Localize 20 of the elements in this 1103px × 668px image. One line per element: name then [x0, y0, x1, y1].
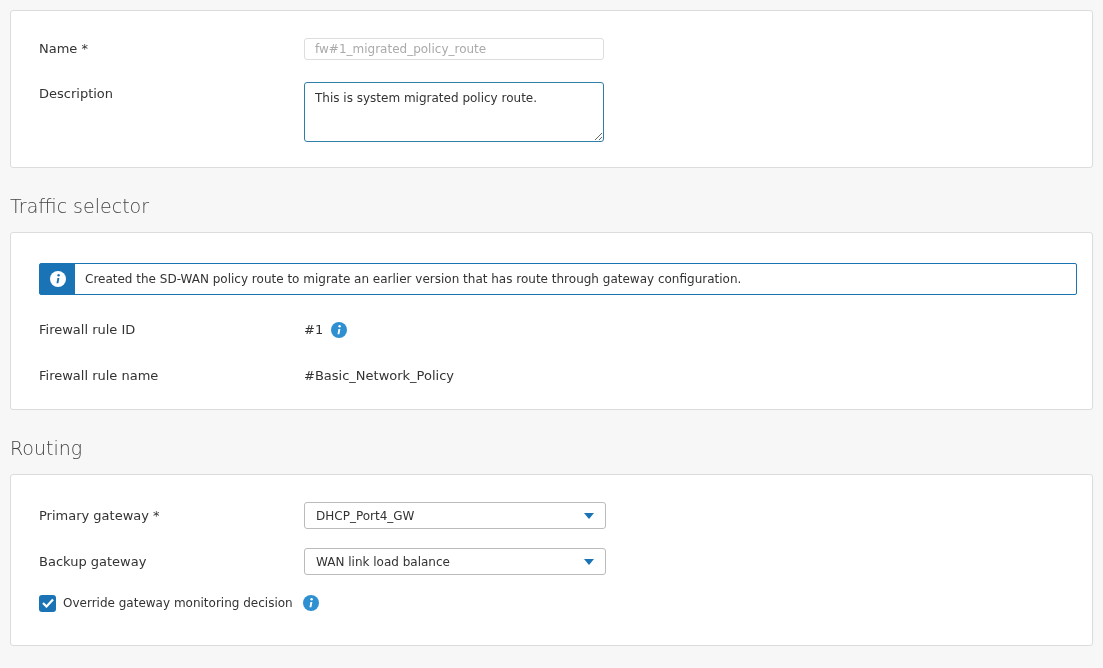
gateway-select[interactable]: DHCP_Port4_GW — [304, 502, 606, 529]
field-value: #1 — [304, 321, 324, 340]
section-title: Traffic selector — [10, 194, 150, 218]
caret-icon — [584, 558, 594, 565]
checkmark-icon — [41, 598, 54, 608]
field-label: Name * — [39, 40, 89, 59]
caret-icon — [584, 512, 594, 519]
description-field[interactable]: This is system migrated policy route. — [304, 82, 604, 142]
gateway-select[interactable]: WAN link load balance — [304, 548, 606, 575]
field-label: Primary gateway * — [39, 506, 161, 525]
field-value: #Basic_Network_Policy — [304, 367, 454, 386]
info-message: Created the SD-WAN policy route to migrate an earlier version that has route through gateway configuration. — [84, 271, 742, 288]
field-label: Description — [39, 85, 115, 103]
field-label: Backup gateway — [39, 552, 148, 571]
section-title: Routing — [10, 436, 84, 460]
checkbox-label: Override gateway monitoring decision — [63, 595, 294, 612]
override-checkbox[interactable] — [39, 594, 56, 612]
field-label: Firewall rule ID — [39, 321, 137, 340]
field-label: Firewall rule name — [39, 367, 160, 386]
info-icon — [49, 271, 66, 287]
